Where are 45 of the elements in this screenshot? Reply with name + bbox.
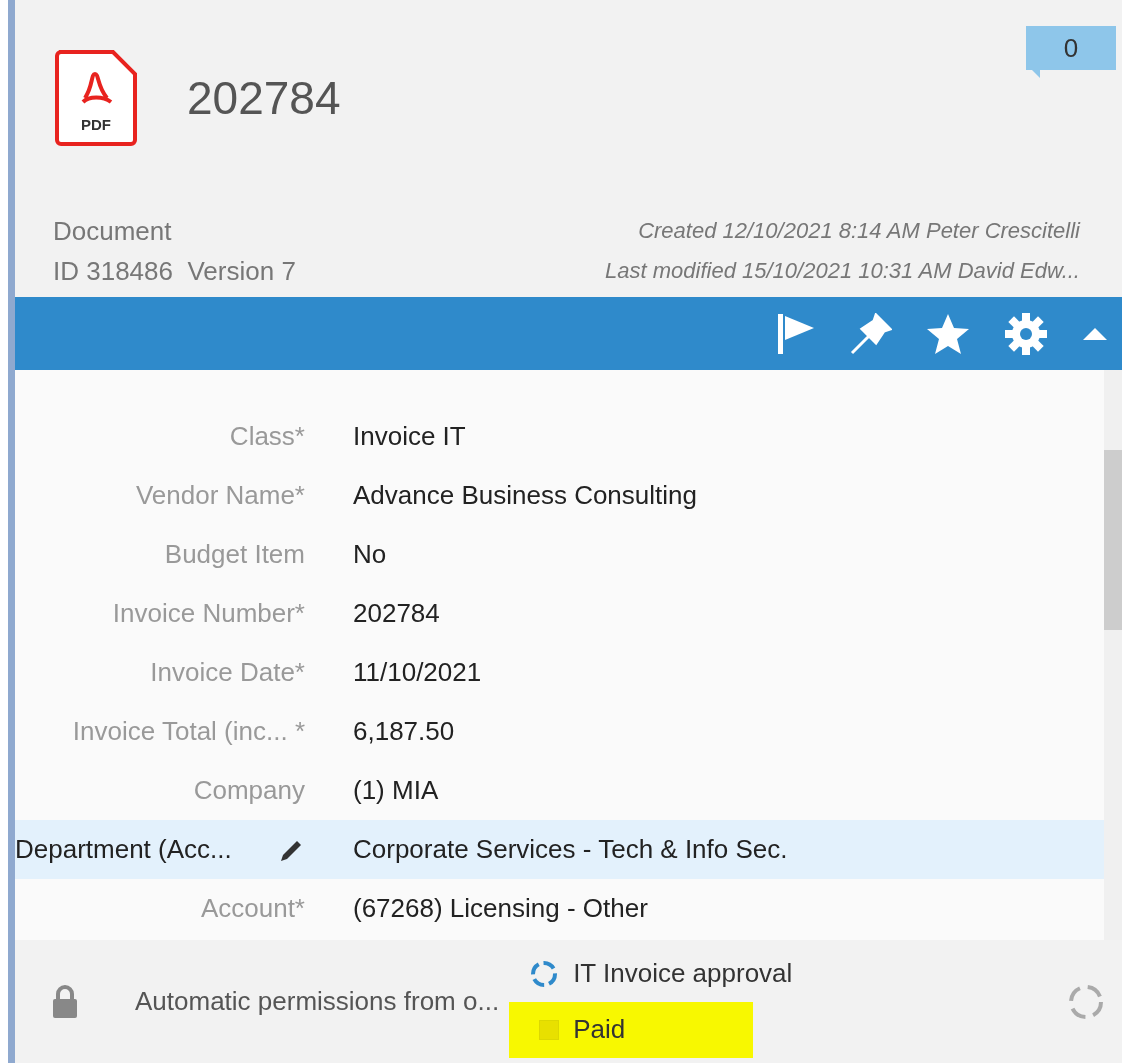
state-name[interactable]: Paid (573, 1010, 626, 1049)
property-value: 11/10/2021 (353, 656, 482, 689)
property-value: 6,187.50 (353, 715, 455, 748)
lock-icon (51, 984, 79, 1019)
state-checkbox[interactable] (539, 1019, 560, 1040)
property-row[interactable]: Department (Acc... Corporate Services - Tech & Info Sec. (15, 820, 1104, 879)
property-row[interactable]: Company (1) MIA (15, 761, 1104, 820)
property-row[interactable]: Invoice Total (inc... * 6,187.50 (15, 702, 1104, 761)
modified-info: Last modified 15/10/2021 10:31 AM David Edw... (605, 257, 1080, 285)
created-info: Created 12/10/2021 8:14 AM Peter Crescitelli (638, 217, 1080, 245)
collapse-icon[interactable] (1082, 326, 1108, 341)
id-version: ID 318486 Version 7 (53, 255, 296, 288)
property-label: Class* (229, 420, 305, 453)
property-label: Invoice Total (inc... * (72, 715, 305, 748)
property-label: Company (193, 774, 305, 807)
property-row[interactable]: Budget Item No (15, 525, 1104, 584)
property-label: Invoice Date* (150, 656, 305, 689)
property-label: Vendor Name* (135, 479, 305, 512)
property-value: Corporate Services - Tech & Info Sec. (353, 833, 788, 866)
property-label: Invoice Number* (112, 597, 305, 630)
workflow-name[interactable]: IT Invoice approval (573, 954, 793, 993)
property-value: Advance Business Consulting (353, 479, 697, 512)
workflow-icon (529, 958, 560, 989)
property-value: 202784 (353, 597, 440, 630)
property-value: (67268) Licensing - Other (353, 892, 648, 925)
scrollbar[interactable] (1104, 370, 1122, 940)
property-row[interactable]: Vendor Name* Advance Business Consulting (15, 466, 1104, 525)
pin-icon[interactable] (850, 312, 892, 355)
star-icon[interactable] (926, 312, 970, 355)
property-label: Budget Item (164, 538, 305, 571)
property-label: Account* (200, 892, 305, 925)
property-row[interactable]: Invoice Number* 202784 (15, 584, 1104, 643)
pdf-file-icon: PDF (53, 48, 139, 148)
property-value: (1) MIA (353, 774, 439, 807)
property-label: Department (Acc... (15, 833, 232, 866)
property-value: Invoice IT (353, 420, 466, 453)
property-row[interactable]: Class* Invoice IT (15, 407, 1104, 466)
flag-icon[interactable] (776, 311, 816, 356)
document-title: 202784 (187, 70, 341, 126)
object-type: Document (53, 215, 173, 248)
property-row[interactable]: Account* (67268) Licensing - Other (15, 879, 1104, 938)
property-value: No (353, 538, 387, 571)
property-row[interactable]: Invoice Date* 11/10/2021 (15, 643, 1104, 702)
permissions-text[interactable]: Automatic permissions from o... (135, 982, 500, 1021)
settings-icon[interactable] (1004, 311, 1048, 356)
